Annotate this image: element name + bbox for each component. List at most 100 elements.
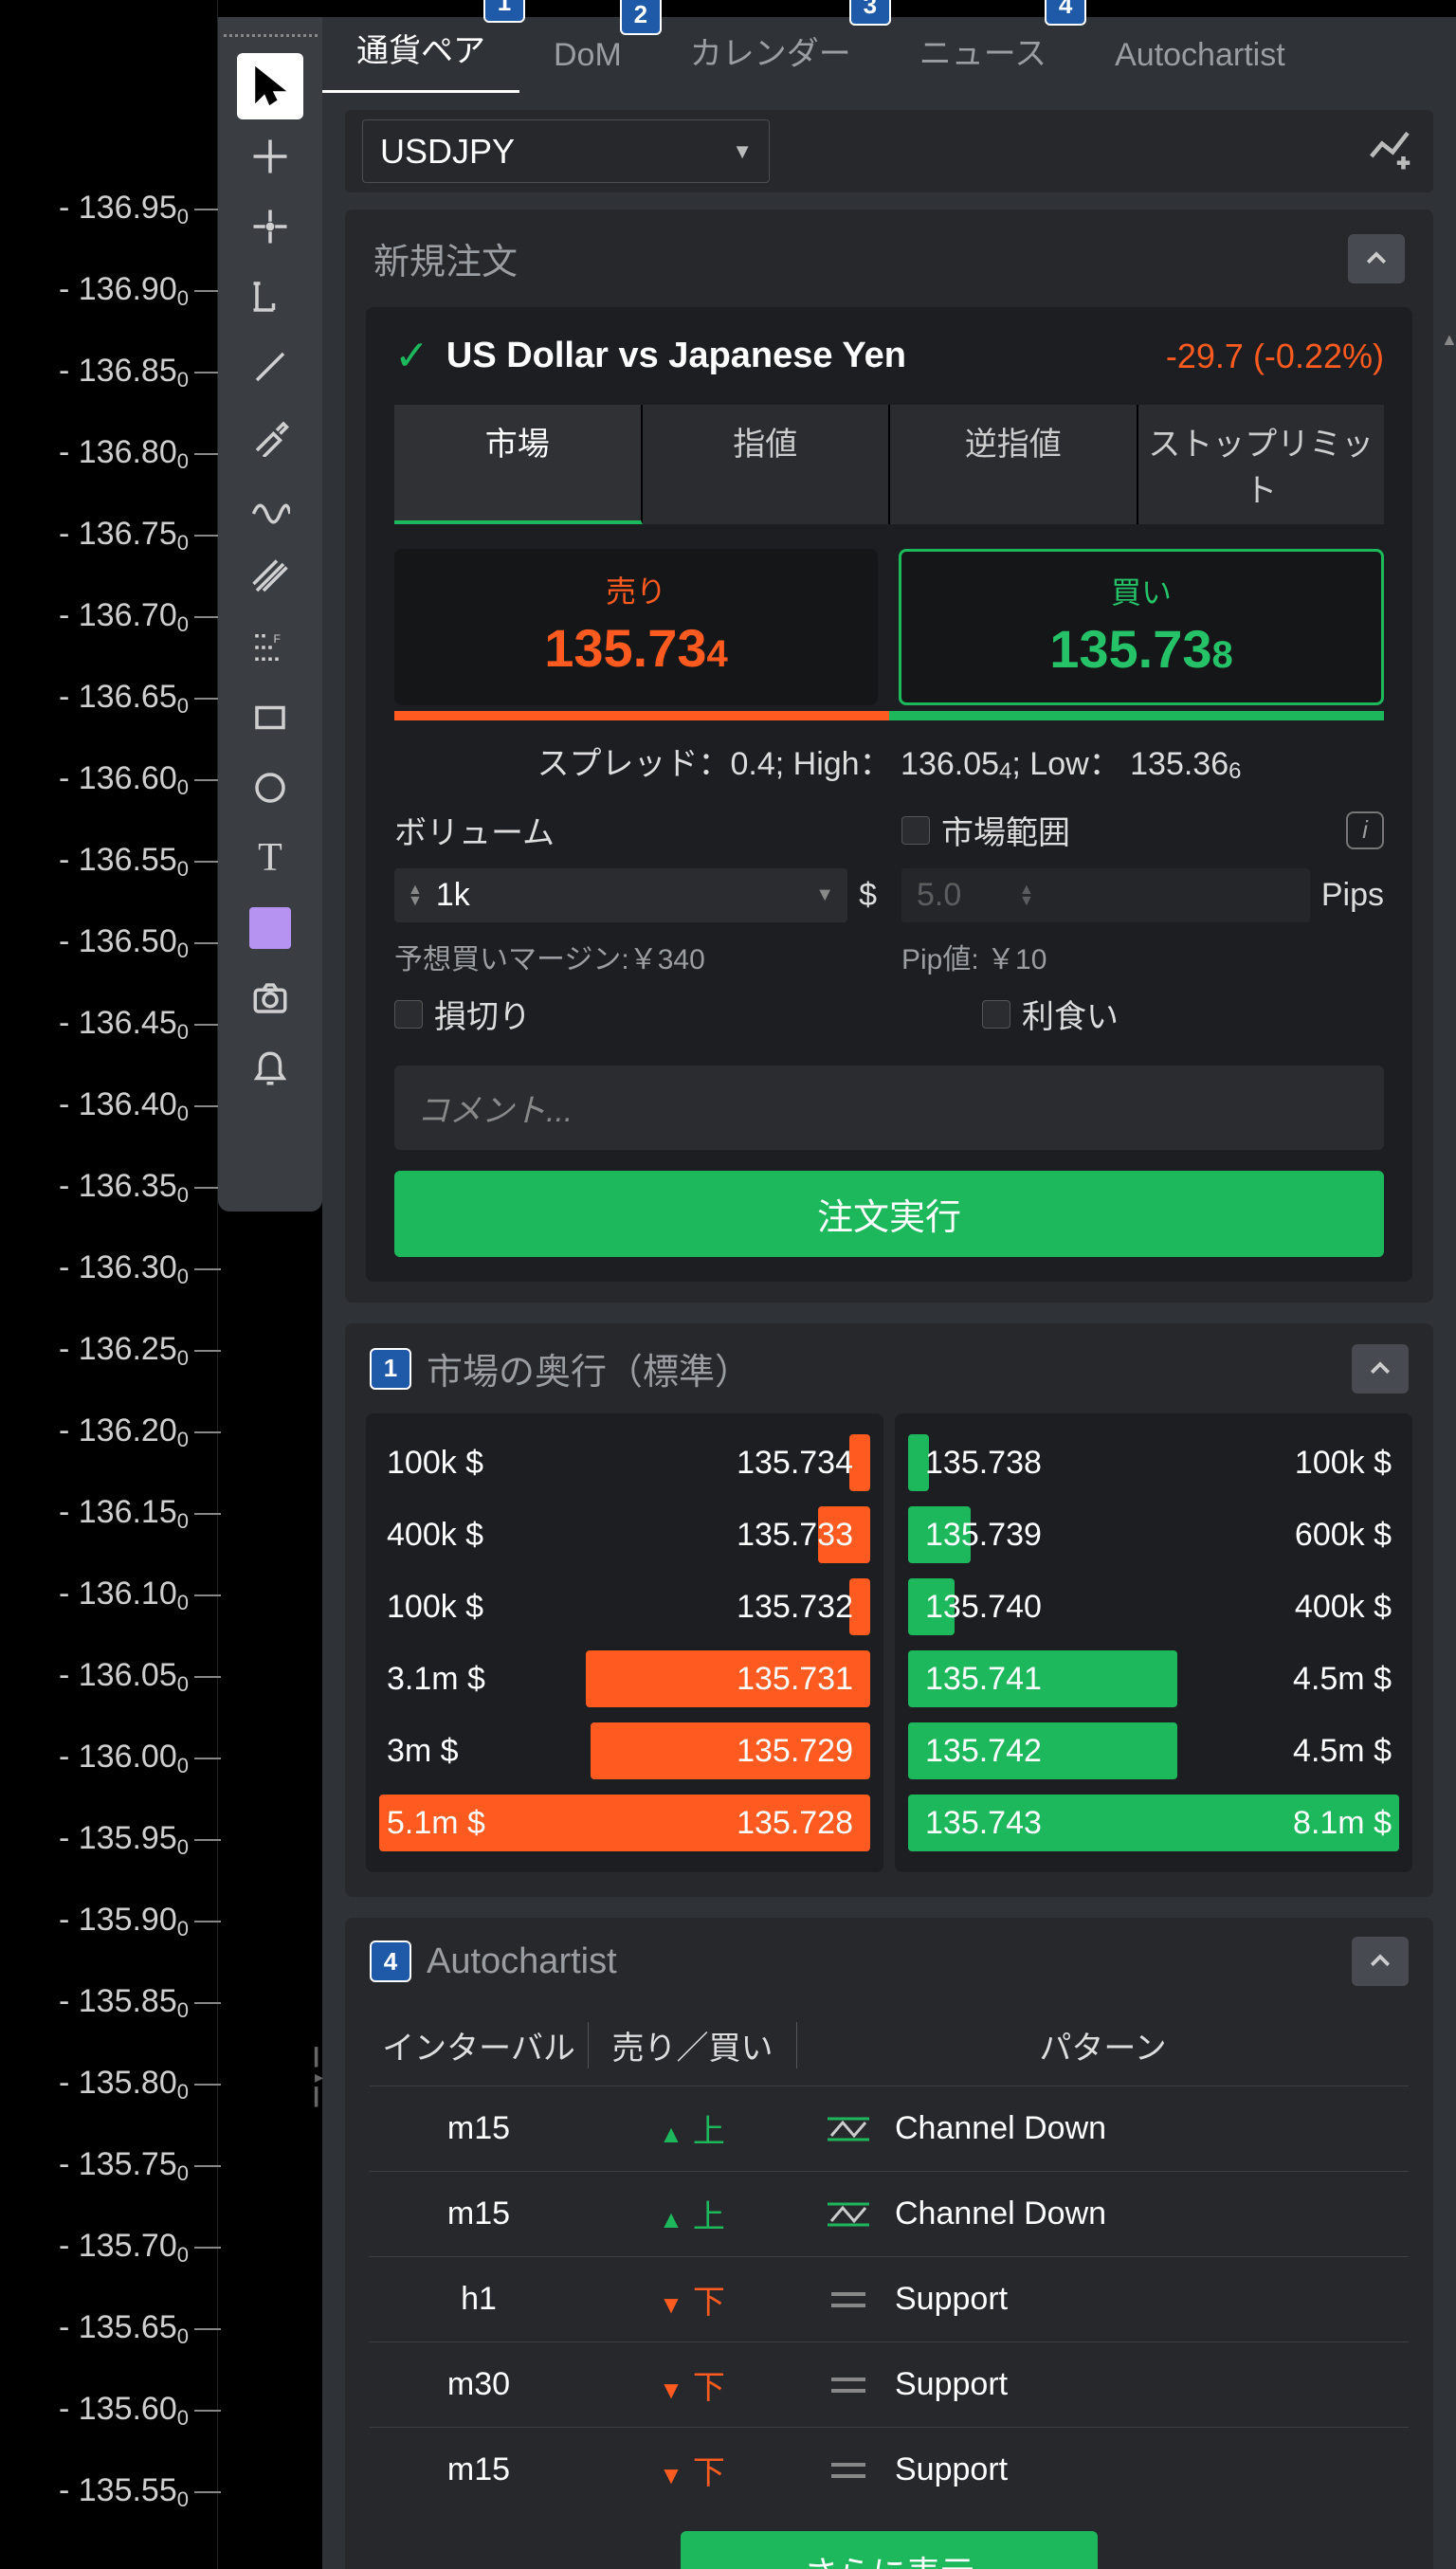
dom-row[interactable]: 3m $135.729 [366, 1715, 883, 1787]
measure-tool[interactable] [237, 264, 303, 330]
add-chart-icon[interactable] [1365, 122, 1416, 181]
panel-handle-icon[interactable]: ▎▸▎ [315, 2048, 328, 2107]
wave-tool[interactable] [237, 474, 303, 540]
price-tick: - 136.850 [59, 353, 189, 390]
screenshot-tool[interactable] [237, 965, 303, 1031]
dom-title: 市場の奥行（標準） [427, 1342, 751, 1394]
sl-checkbox[interactable] [394, 1000, 423, 1029]
price-change: -29.7 (-0.22%) [1166, 337, 1384, 376]
range-input[interactable]: ▲▼ [901, 868, 1310, 922]
collapse-button[interactable] [1352, 1937, 1409, 1986]
pair-name: US Dollar vs Japanese Yen [446, 336, 906, 376]
price-tick: - 136.300 [59, 1249, 189, 1286]
price-tick: - 135.700 [59, 2228, 189, 2265]
dom-row[interactable]: 400k $135.733 [366, 1499, 883, 1571]
order-type-tabs: 市場指値逆指値ストップリミット [394, 405, 1384, 524]
dom-badge: 1 [370, 1348, 411, 1390]
support-icon [825, 2454, 872, 2487]
dom-row[interactable]: 100k $135.732 [366, 1571, 883, 1643]
drawing-toolbar: F T [218, 17, 322, 1212]
new-order-card: 新規注文 ✓ US Dollar vs Japanese Yen -29.7 (… [345, 210, 1433, 1303]
tab-2[interactable]: カレンダー3 [656, 9, 885, 93]
range-label: 市場範囲 [941, 807, 1070, 853]
comment-input[interactable]: コメント... [394, 1066, 1384, 1150]
info-icon[interactable]: i [1346, 811, 1384, 849]
collapse-button[interactable] [1348, 234, 1405, 283]
price-tick: - 136.950 [59, 190, 189, 227]
ac-badge: 4 [370, 1940, 411, 1982]
ac-row[interactable]: m30▼下Support [370, 2341, 1409, 2427]
price-tick: - 135.950 [59, 1820, 189, 1857]
price-tick: - 135.600 [59, 2391, 189, 2428]
order-tab[interactable]: 指値 [643, 405, 891, 524]
buy-button[interactable]: 買い 135.738 [899, 549, 1384, 705]
dom-row[interactable]: 5.1m $135.728 [366, 1787, 883, 1859]
autochartist-card: 4 Autochartist インターバル 売り／買い パターン m15▲上Ch… [345, 1918, 1433, 2569]
ac-row[interactable]: m15▲上Channel Down [370, 2086, 1409, 2171]
color-swatch[interactable] [237, 895, 303, 961]
text-tool[interactable]: T [237, 825, 303, 891]
fork-tool[interactable] [237, 544, 303, 610]
execute-order-button[interactable]: 注文実行 [394, 1171, 1384, 1257]
order-tab[interactable]: 市場 [394, 405, 643, 524]
crosshair-tool[interactable] [237, 123, 303, 190]
price-tick: - 136.750 [59, 516, 189, 553]
support-icon [825, 2369, 872, 2401]
price-tick: - 136.400 [59, 1086, 189, 1123]
collapse-button[interactable] [1352, 1344, 1409, 1394]
fib-tool[interactable]: F [237, 614, 303, 681]
market-depth-card: 1 市場の奥行（標準） 100k $135.734400k $135.73310… [345, 1323, 1433, 1897]
tab-4[interactable]: Autochartist [1081, 18, 1320, 93]
tab-3[interactable]: ニュース4 [885, 9, 1081, 93]
rect-tool[interactable] [237, 684, 303, 751]
price-tick: - 136.800 [59, 434, 189, 471]
side-panel: 通貨ペア1DoM2カレンダー3ニュース4Autochartist USDJPY … [322, 17, 1456, 2569]
price-tick: - 136.600 [59, 760, 189, 797]
price-tick: - 136.450 [59, 1005, 189, 1042]
line-tool[interactable] [237, 334, 303, 400]
dom-row[interactable]: 135.7424.5m $ [895, 1715, 1412, 1787]
ac-row[interactable]: m15▲上Channel Down [370, 2171, 1409, 2256]
crosshair-dot-tool[interactable] [237, 193, 303, 260]
brush-tool[interactable] [237, 404, 303, 470]
sell-button[interactable]: 売り 135.734 [394, 549, 878, 705]
tab-0[interactable]: 通貨ペア1 [322, 6, 519, 93]
new-order-title: 新規注文 [373, 232, 518, 284]
check-icon: ✓ [394, 332, 429, 380]
price-tick: - 136.650 [59, 679, 189, 716]
tab-1[interactable]: DoM2 [519, 18, 656, 93]
ac-header: インターバル 売り／買い パターン [370, 2005, 1409, 2086]
channel-icon [825, 2198, 872, 2231]
dom-row[interactable]: 135.7438.1m $ [895, 1787, 1412, 1859]
tp-checkbox[interactable] [982, 1000, 1010, 1029]
show-more-button[interactable]: さらに表示 [681, 2531, 1098, 2569]
price-tick: - 136.700 [59, 597, 189, 634]
price-tick: - 135.750 [59, 2146, 189, 2183]
tp-label: 利食い [1022, 991, 1119, 1037]
dom-row[interactable]: 135.740400k $ [895, 1571, 1412, 1643]
order-tab[interactable]: ストップリミット [1138, 405, 1385, 524]
range-checkbox[interactable] [901, 816, 930, 845]
dom-row[interactable]: 135.7414.5m $ [895, 1643, 1412, 1715]
margin-hint: 予想買いマージン:￥340 [394, 936, 877, 977]
price-tick: - 135.800 [59, 2065, 189, 2102]
price-tick: - 135.850 [59, 1983, 189, 2020]
order-tab[interactable]: 逆指値 [890, 405, 1138, 524]
scroll-up-icon[interactable] [1441, 320, 1452, 343]
price-tick: - 136.050 [59, 1657, 189, 1694]
dom-row[interactable]: 3.1m $135.731 [366, 1643, 883, 1715]
symbol-select[interactable]: USDJPY [362, 119, 770, 183]
panel-tabs: 通貨ペア1DoM2カレンダー3ニュース4Autochartist [322, 17, 1456, 93]
dom-row[interactable]: 135.738100k $ [895, 1427, 1412, 1499]
circle-tool[interactable] [237, 755, 303, 821]
alert-tool[interactable] [237, 1035, 303, 1102]
dom-row[interactable]: 135.739600k $ [895, 1499, 1412, 1571]
cursor-tool[interactable] [237, 53, 303, 119]
ac-row[interactable]: m15▼下Support [370, 2427, 1409, 2512]
dom-bids: 100k $135.734400k $135.733100k $135.7323… [366, 1413, 883, 1872]
dom-row[interactable]: 100k $135.734 [366, 1427, 883, 1499]
ac-row[interactable]: h1▼下Support [370, 2256, 1409, 2341]
price-tick: - 136.150 [59, 1494, 189, 1531]
sell-label: 売り [396, 568, 876, 611]
volume-input[interactable]: ▲▼ ▼ [394, 868, 847, 922]
